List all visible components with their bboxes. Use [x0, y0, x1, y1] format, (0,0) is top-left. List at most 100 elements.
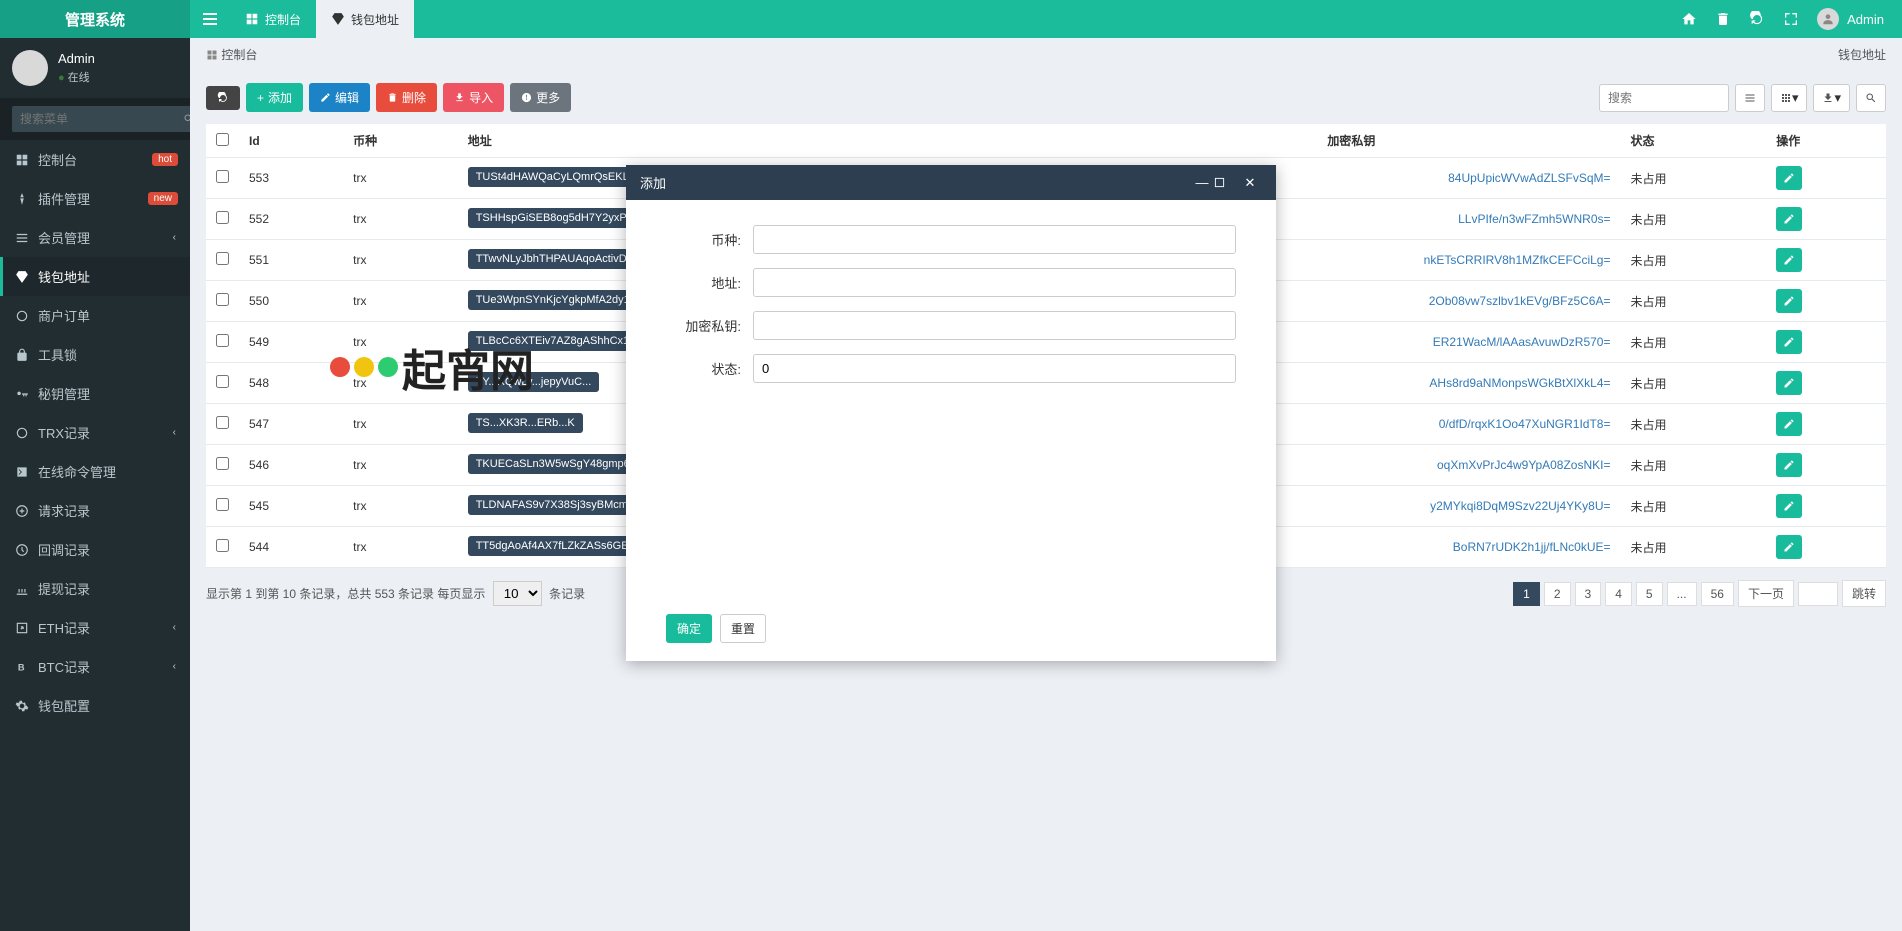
tab-dashboard[interactable]: 控制台: [230, 0, 316, 38]
jump-button[interactable]: 跳转: [1842, 580, 1886, 607]
coin-input[interactable]: [753, 225, 1236, 254]
row-checkbox[interactable]: [216, 334, 229, 347]
row-checkbox[interactable]: [216, 498, 229, 511]
row-edit-button[interactable]: [1776, 289, 1802, 313]
col-coin[interactable]: 币种: [343, 124, 458, 158]
sidebar-item-4[interactable]: 商户订单: [0, 296, 190, 335]
import-button[interactable]: 导入: [443, 83, 504, 112]
sidebar-item-8[interactable]: 在线命令管理: [0, 452, 190, 491]
sidebar-item-13[interactable]: BBTC记录‹: [0, 647, 190, 686]
search-input[interactable]: [1599, 84, 1729, 112]
close-button[interactable]: ✕: [1238, 175, 1262, 191]
sidebar-search-input[interactable]: [12, 106, 183, 132]
sidebar-menu: 控制台hot插件管理new会员管理‹钱包地址商户订单工具锁秘钥管理 TRX记录‹在…: [0, 140, 190, 725]
sidebar-item-3[interactable]: 钱包地址: [0, 257, 190, 296]
row-edit-button[interactable]: [1776, 207, 1802, 231]
field-label-address: 地址:: [666, 273, 741, 292]
toggle-view-button[interactable]: [1735, 84, 1765, 112]
sidebar-item-14[interactable]: 钱包配置: [0, 686, 190, 725]
tab-wallet-address[interactable]: 钱包地址: [316, 0, 414, 38]
page-4[interactable]: 4: [1605, 582, 1632, 606]
sidebar-toggle-button[interactable]: [190, 0, 230, 38]
sidebar: Admin 在线 控制台hot插件管理new会员管理‹钱包地址商户订单工具锁秘钥…: [0, 38, 190, 931]
row-checkbox[interactable]: [216, 293, 229, 306]
sidebar-item-10[interactable]: 回调记录: [0, 530, 190, 569]
sidebar-item-7[interactable]: TRX记录‹: [0, 413, 190, 452]
row-edit-button[interactable]: [1776, 453, 1802, 477]
sidebar-item-9[interactable]: 请求记录: [0, 491, 190, 530]
summary-suffix: 条记录: [549, 587, 585, 601]
page-...[interactable]: ...: [1667, 582, 1697, 606]
row-edit-button[interactable]: [1776, 330, 1802, 354]
clock-icon: [14, 543, 30, 557]
row-edit-button[interactable]: [1776, 248, 1802, 272]
sidebar-item-label: 插件管理: [38, 189, 90, 208]
cell-status: 未占用: [1621, 486, 1767, 527]
trash-icon[interactable]: [1715, 11, 1731, 27]
sidebar-search-button[interactable]: [183, 106, 190, 132]
row-checkbox[interactable]: [216, 170, 229, 183]
reset-button[interactable]: 重置: [720, 614, 766, 643]
row-checkbox[interactable]: [216, 416, 229, 429]
col-status[interactable]: 状态: [1621, 124, 1767, 158]
modal-body: 币种: 地址: 加密私钥: 状态:: [626, 200, 1276, 600]
page-1[interactable]: 1: [1513, 582, 1540, 606]
sidebar-item-label: 工具锁: [38, 345, 77, 364]
next-page-button[interactable]: 下一页: [1738, 580, 1794, 607]
maximize-button[interactable]: [1214, 177, 1238, 188]
row-checkbox[interactable]: [216, 457, 229, 470]
page-5[interactable]: 5: [1636, 582, 1663, 606]
home-icon[interactable]: [1681, 11, 1697, 27]
row-edit-button[interactable]: [1776, 166, 1802, 190]
refresh-icon[interactable]: [1749, 11, 1765, 27]
minimize-button[interactable]: —: [1190, 175, 1214, 190]
sidebar-item-label: 秘钥管理: [38, 384, 90, 403]
cell-id: 545: [239, 486, 343, 527]
columns-button[interactable]: ▾: [1771, 84, 1808, 112]
cell-coin: trx: [343, 158, 458, 199]
row-edit-button[interactable]: [1776, 494, 1802, 518]
row-edit-button[interactable]: [1776, 412, 1802, 436]
col-key[interactable]: 加密私钥: [1082, 124, 1620, 158]
row-edit-button[interactable]: [1776, 535, 1802, 559]
row-checkbox[interactable]: [216, 252, 229, 265]
page-3[interactable]: 3: [1575, 582, 1602, 606]
key-input[interactable]: [753, 311, 1236, 340]
add-button[interactable]: +添加: [246, 83, 303, 112]
bitcoin-icon: B: [14, 660, 30, 674]
row-checkbox[interactable]: [216, 375, 229, 388]
sidebar-item-1[interactable]: 插件管理new: [0, 179, 190, 218]
sidebar-item-0[interactable]: 控制台hot: [0, 140, 190, 179]
select-all-checkbox[interactable]: [216, 133, 229, 146]
avatar-icon: [1817, 8, 1839, 30]
sidebar-item-2[interactable]: 会员管理‹: [0, 218, 190, 257]
page-jump-input[interactable]: [1798, 582, 1838, 606]
page-2[interactable]: 2: [1544, 582, 1571, 606]
fullscreen-icon[interactable]: [1783, 11, 1799, 27]
address-input[interactable]: [753, 268, 1236, 297]
edit-button[interactable]: 编辑: [309, 83, 370, 112]
col-id[interactable]: Id: [239, 124, 343, 158]
sidebar-item-5[interactable]: 工具锁: [0, 335, 190, 374]
col-address[interactable]: 地址: [458, 124, 1083, 158]
ok-button[interactable]: 确定: [666, 614, 712, 643]
status-input[interactable]: [753, 354, 1236, 383]
row-checkbox[interactable]: [216, 539, 229, 552]
export-button[interactable]: ▾: [1813, 84, 1850, 112]
search-button[interactable]: [1856, 84, 1886, 112]
sidebar-item-6[interactable]: 秘钥管理: [0, 374, 190, 413]
delete-button[interactable]: 删除: [376, 83, 437, 112]
user-menu[interactable]: Admin: [1817, 8, 1884, 30]
more-button[interactable]: 更多: [510, 83, 571, 112]
toolbar: +添加 编辑 删除 导入 更多 ▾ ▾: [206, 83, 1886, 112]
sidebar-item-label: 请求记录: [38, 501, 90, 520]
page-56[interactable]: 56: [1701, 582, 1734, 606]
sidebar-item-11[interactable]: 提现记录: [0, 569, 190, 608]
refresh-button[interactable]: [206, 86, 240, 110]
gear-icon: [14, 699, 30, 713]
row-checkbox[interactable]: [216, 211, 229, 224]
page-size-select[interactable]: 10: [493, 581, 542, 606]
sidebar-item-12[interactable]: ETH记录‹: [0, 608, 190, 647]
col-action[interactable]: 操作: [1766, 124, 1886, 158]
row-edit-button[interactable]: [1776, 371, 1802, 395]
